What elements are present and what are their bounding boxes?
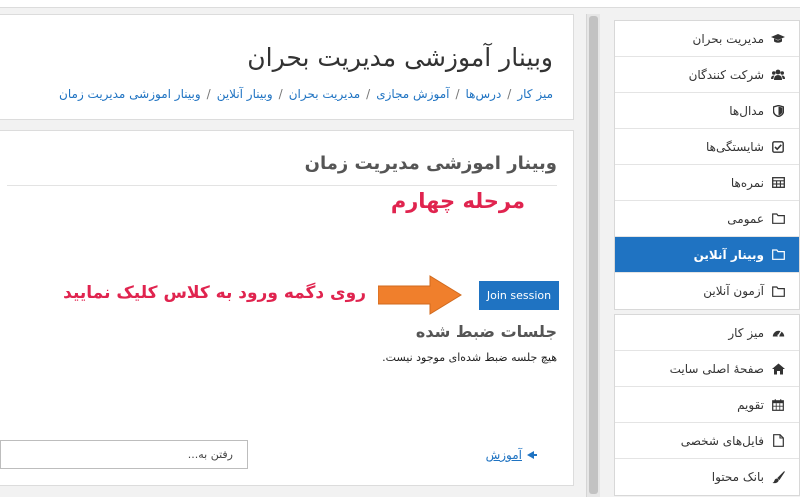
folder-icon: [771, 212, 785, 226]
sidebar-item-online-webinar[interactable]: وبینار آنلاین: [615, 237, 799, 273]
join-session-button[interactable]: Join session: [479, 281, 559, 310]
divider: [7, 185, 557, 186]
page-header: وبینار آموزشی مدیریت بحران میز کار / درس…: [0, 14, 574, 120]
breadcrumb-course[interactable]: مدیریت بحران: [289, 87, 360, 101]
jump-to-placeholder: رفتن به...: [187, 448, 233, 461]
breadcrumb-courses[interactable]: درس‌ها: [466, 87, 502, 101]
jump-to-select[interactable]: رفتن به...: [0, 440, 248, 469]
navigation-sidebar: مدیریت بحران شرکت کنندگان مدال‌ها شایستگ…: [614, 20, 800, 497]
breadcrumb-separator: /: [206, 87, 211, 101]
sidebar-item-label: آزمون آنلاین: [703, 284, 764, 298]
sidebar-item-badges[interactable]: مدال‌ها: [615, 93, 799, 129]
sidebar-item-site-home[interactable]: صفحهٔ اصلی سایت: [615, 351, 799, 387]
sidebar-item-label: تقویم: [737, 397, 764, 412]
main-content: وبینار اموزشی مدیریت زمان مرحله چهارم Jo…: [0, 130, 574, 486]
sidebar-item-general[interactable]: عمومی: [615, 201, 799, 237]
scrollbar-thumb[interactable]: [589, 16, 598, 494]
breadcrumb-dashboard[interactable]: میز کار: [517, 87, 553, 101]
activity-title: وبینار اموزشی مدیریت زمان: [304, 153, 557, 174]
graduation-cap-icon: [771, 32, 785, 46]
sidebar-item-label: شرکت کنندگان: [688, 67, 764, 82]
sidebar-item-participants[interactable]: شرکت کنندگان: [615, 57, 799, 93]
breadcrumb-separator: /: [507, 87, 512, 101]
instruction-text: روی دگمه ورود به کلاس کلیک نمایید: [63, 283, 366, 303]
arrow-right-icon: [378, 275, 462, 315]
file-icon: [771, 434, 785, 448]
sidebar-item-private-files[interactable]: فایل‌های شخصی: [615, 423, 799, 459]
folder-icon: [771, 248, 785, 262]
sidebar-item-dashboard[interactable]: میز کار: [615, 315, 799, 351]
home-icon: [771, 362, 785, 376]
top-navbar: [0, 0, 800, 8]
breadcrumb-category[interactable]: آموزش مجازی: [376, 87, 449, 101]
sidebar-item-competencies[interactable]: شایستگی‌ها: [615, 129, 799, 165]
breadcrumb: میز کار / درس‌ها / آموزش مجازی / مدیریت …: [59, 87, 553, 101]
sidebar-item-label: وبینار آنلاین: [693, 247, 764, 262]
sidebar-item-course[interactable]: مدیریت بحران: [615, 21, 799, 57]
sidebar-item-calendar[interactable]: تقویم: [615, 387, 799, 423]
sidebar-item-label: فایل‌های شخصی: [680, 433, 764, 448]
caret-left-icon: [527, 448, 537, 462]
shield-icon: [771, 104, 785, 118]
sidebar-item-label: شایستگی‌ها: [706, 139, 764, 154]
dashboard-icon: [771, 326, 785, 340]
breadcrumb-separator: /: [455, 87, 460, 101]
sidebar-item-label: مدیریت بحران: [692, 31, 764, 46]
breadcrumb-activity[interactable]: وبینار اموزشی مدیریت زمان: [59, 87, 201, 101]
table-icon: [771, 176, 785, 190]
page-title: وبینار آموزشی مدیریت بحران: [247, 43, 553, 72]
sidebar-item-label: صفحهٔ اصلی سایت: [669, 361, 764, 376]
sidebar-item-online-exam[interactable]: آزمون آنلاین: [615, 273, 799, 309]
checkbox-icon: [771, 140, 785, 154]
calendar-icon: [771, 398, 785, 412]
breadcrumb-separator: /: [278, 87, 283, 101]
site-navigation-block: میز کار صفحهٔ اصلی سایت تقویم فایل‌های ش…: [614, 314, 800, 496]
users-icon: [771, 68, 785, 82]
sidebar-item-label: عمومی: [727, 211, 764, 226]
sidebar-item-label: میز کار: [728, 325, 764, 340]
brush-icon: [771, 470, 785, 484]
course-navigation-block: مدیریت بحران شرکت کنندگان مدال‌ها شایستگ…: [614, 20, 800, 310]
sidebar-item-label: بانک محتوا: [711, 470, 764, 484]
folder-icon: [771, 284, 785, 298]
previous-activity-label: آموزش: [485, 448, 522, 462]
recordings-empty-message: هیچ جلسه ضبط شده‌ای موجود نیست.: [382, 351, 557, 364]
breadcrumb-section[interactable]: وبینار آنلاین: [217, 87, 273, 101]
stage-label: مرحله چهارم: [390, 189, 525, 213]
sidebar-item-label: نمره‌ها: [730, 175, 764, 190]
breadcrumb-separator: /: [366, 87, 371, 101]
sidebar-item-label: مدال‌ها: [729, 103, 764, 118]
previous-activity-link[interactable]: آموزش: [486, 448, 537, 462]
recordings-title: جلسات ضبط شده: [415, 322, 557, 341]
sidebar-item-content-bank[interactable]: بانک محتوا: [615, 459, 799, 495]
main-scrollbar[interactable]: [586, 14, 600, 497]
sidebar-item-grades[interactable]: نمره‌ها: [615, 165, 799, 201]
